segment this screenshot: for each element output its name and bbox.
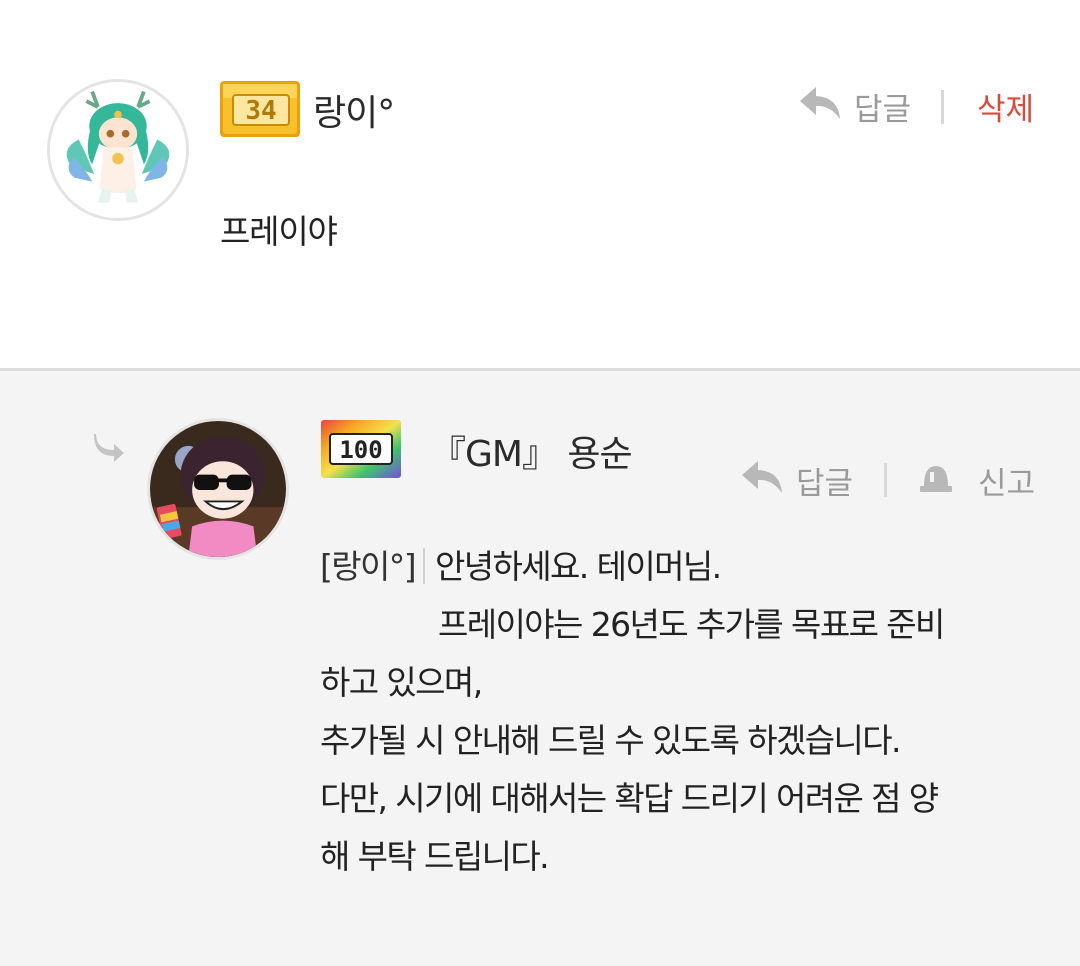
reply-label: 답글 <box>854 92 912 128</box>
mention-divider <box>422 548 425 584</box>
report-label: 신고 <box>978 466 1036 502</box>
gm-avatar[interactable] <box>147 418 289 560</box>
mention-tag[interactable]: [랑이°] <box>320 547 417 586</box>
action-divider <box>884 463 887 497</box>
reply-button[interactable]: 답글 <box>798 84 911 129</box>
gm-name[interactable]: 『GM』 용순 <box>430 425 633 477</box>
reply-line: [랑이°] 안녕하세요. 테이머님. <box>320 538 944 596</box>
commenter-avatar[interactable] <box>47 79 189 221</box>
reply-line-text: 프레이야는 26년도 추가를 목표로 준비 <box>438 605 945 644</box>
reply-line: 하고 있으며, <box>320 663 483 702</box>
reply-button[interactable]: 답글 <box>740 458 853 503</box>
reply-line-text: 안녕하세요. 테이머님. <box>434 547 722 586</box>
action-divider <box>941 90 944 124</box>
delete-label: 삭제 <box>977 92 1035 128</box>
thread-reply-icon <box>92 432 126 466</box>
reply-arrow-icon <box>740 459 784 503</box>
reply-text: [랑이°] 안녕하세요. 테이머님. 프레이야는 26년도 추가를 목표로 준비 … <box>320 538 945 886</box>
svg-text:100: 100 <box>339 436 382 464</box>
comment-text: 프레이야 <box>220 212 338 251</box>
level-badge-100: 100 <box>320 418 402 480</box>
reply-line: 추가될 시 안내해 드릴 수 있도록 하겠습니다. <box>320 721 902 760</box>
reply-label: 답글 <box>796 466 854 502</box>
reply-line: 프레이야는 26년도 추가를 목표로 준비 <box>320 596 945 654</box>
commenter-name[interactable]: 랑이° <box>313 84 395 136</box>
delete-button[interactable]: 삭제 <box>977 84 1034 129</box>
reply-arrow-icon <box>798 85 842 129</box>
report-button[interactable]: 신고 <box>918 458 1035 503</box>
reply-line: 해 부탁 드립니다. <box>320 837 550 876</box>
level-badge: 34 <box>219 79 301 139</box>
siren-icon <box>918 460 954 502</box>
reply-line: 다만, 시기에 대해서는 확답 드리기 어려운 점 양 <box>320 779 939 818</box>
svg-text:34: 34 <box>245 96 276 126</box>
